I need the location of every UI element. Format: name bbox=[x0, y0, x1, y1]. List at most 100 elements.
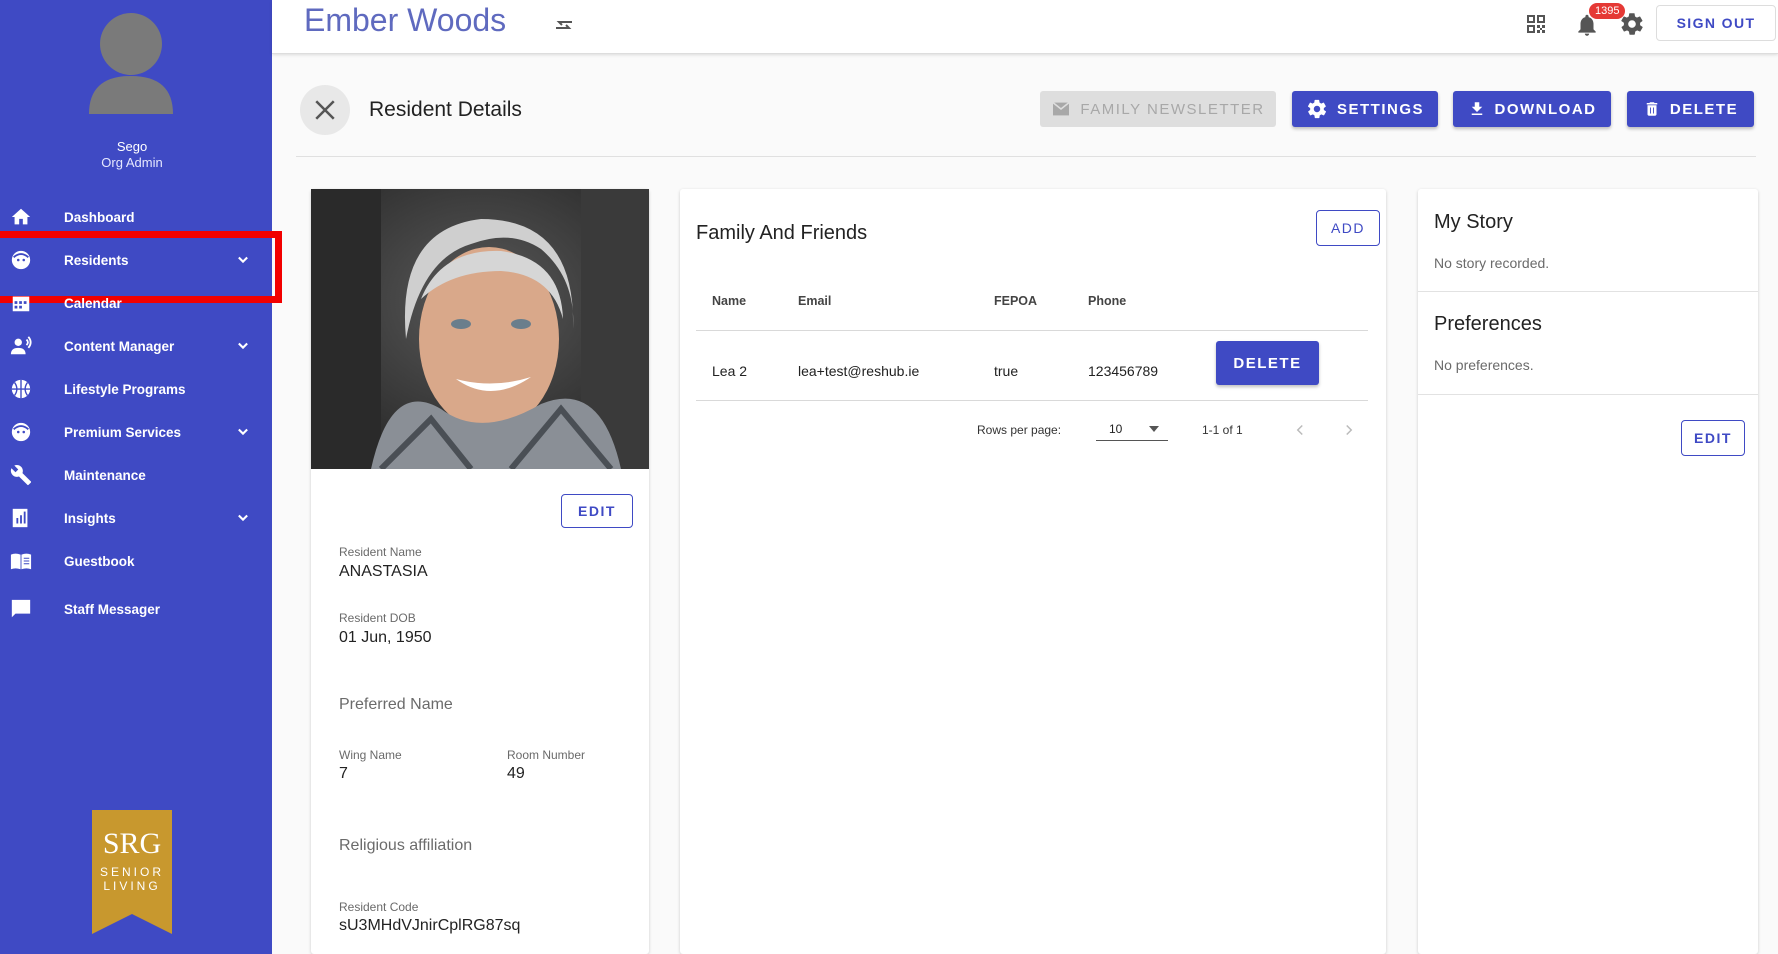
sidebar-item-label: Calendar bbox=[64, 295, 122, 311]
sidebar-item-label: Dashboard bbox=[64, 209, 135, 225]
contact-email: lea+test@reshub.ie bbox=[798, 363, 920, 379]
column-header-fepoa: FEPOA bbox=[994, 294, 1038, 308]
sidebar-item-label: Lifestyle Programs bbox=[64, 381, 186, 397]
book-icon bbox=[8, 548, 34, 574]
family-newsletter-button[interactable]: FAMILY NEWSLETTER bbox=[1040, 91, 1276, 127]
delete-label: DELETE bbox=[1669, 100, 1739, 118]
chevron-down-icon[interactable] bbox=[233, 336, 253, 356]
top-bar: Ember Woods 1395 SIGN OUT bbox=[272, 0, 1778, 54]
room-number-label: Room Number bbox=[507, 748, 586, 762]
sidebar-item-label: Maintenance bbox=[64, 467, 146, 483]
insights-icon bbox=[8, 505, 34, 531]
home-icon bbox=[8, 204, 34, 230]
qr-code-icon[interactable] bbox=[1524, 12, 1548, 36]
basketball-icon bbox=[8, 376, 34, 402]
rows-per-page-select[interactable]: 10 bbox=[1096, 417, 1168, 441]
sidebar-item-insights[interactable]: Insights bbox=[0, 498, 272, 538]
pagination-range: 1-1 of 1 bbox=[1202, 423, 1243, 437]
edit-profile-button[interactable]: EDIT bbox=[561, 494, 633, 528]
delete-resident-button[interactable]: DELETE bbox=[1627, 91, 1754, 127]
story-empty-text: No story recorded. bbox=[1434, 255, 1550, 271]
settings-button[interactable]: SETTINGS bbox=[1292, 91, 1438, 127]
column-header-email: Email bbox=[798, 294, 832, 308]
swap-horiz-icon[interactable] bbox=[552, 13, 576, 37]
wing-name-label: Wing Name bbox=[339, 748, 402, 762]
edit-story-button[interactable]: EDIT bbox=[1681, 420, 1745, 456]
srg-senior-living-logo: SRG SENIOR LIVING bbox=[92, 810, 172, 934]
rows-per-page-value: 10 bbox=[1109, 422, 1123, 436]
sidebar-item-content-manager[interactable]: Content Manager bbox=[0, 326, 272, 366]
user-name: Sego bbox=[116, 139, 148, 154]
wing-name-value: 7 bbox=[339, 765, 348, 782]
chevron-left-icon[interactable] bbox=[1291, 421, 1309, 439]
trash-icon bbox=[1646, 102, 1658, 116]
resident-photo bbox=[311, 189, 649, 469]
chevron-down-icon[interactable] bbox=[233, 422, 253, 442]
resident-dob-label: Resident DOB bbox=[339, 611, 416, 625]
face-icon bbox=[8, 419, 34, 445]
sidebar-item-label: Content Manager bbox=[64, 338, 175, 354]
settings-label: SETTINGS bbox=[1336, 100, 1424, 118]
sidebar-item-maintenance[interactable]: Maintenance bbox=[0, 455, 272, 495]
chevron-right-icon[interactable] bbox=[1340, 421, 1358, 439]
family-friends-title: Family And Friends bbox=[696, 222, 868, 244]
sign-out-button[interactable]: SIGN OUT bbox=[1656, 5, 1776, 41]
download-button[interactable]: DOWNLOAD bbox=[1453, 91, 1611, 127]
sidebar: Sego Org Admin Dashboard Residents Calen… bbox=[0, 0, 282, 954]
header-divider bbox=[696, 330, 1368, 331]
preferences-empty-text: No preferences. bbox=[1434, 357, 1534, 373]
family-friends-card: Family And Friends ADD Name Email FEPOA … bbox=[680, 189, 1386, 954]
sidebar-item-calendar[interactable]: Calendar bbox=[0, 283, 272, 323]
resident-profile-card: EDIT Resident Name ANASTASIA Resident DO… bbox=[311, 189, 649, 954]
preferences-title: Preferences bbox=[1434, 313, 1542, 335]
page-title: Resident Details bbox=[369, 98, 522, 121]
close-icon bbox=[315, 100, 335, 120]
resident-code-label: Resident Code bbox=[339, 900, 419, 914]
resident-name-value: ANASTASIA bbox=[339, 563, 428, 580]
svg-text:SENIOR: SENIOR bbox=[100, 865, 164, 879]
download-label: DOWNLOAD bbox=[1494, 100, 1597, 118]
resident-code-value: sU3MHdVJnirCplRG87sq bbox=[339, 917, 521, 934]
user-avatar-icon[interactable] bbox=[86, 12, 176, 114]
svg-text:SRG: SRG bbox=[103, 827, 161, 860]
sidebar-item-label: Guestbook bbox=[64, 553, 135, 569]
community-title: Ember Woods bbox=[304, 2, 507, 38]
contact-fepoa: true bbox=[994, 363, 1019, 379]
rows-per-page-label: Rows per page: bbox=[977, 423, 1062, 437]
resident-dob-value: 01 Jun, 1950 bbox=[339, 629, 432, 646]
person-voice-icon bbox=[8, 333, 34, 359]
resident-name-label: Resident Name bbox=[339, 545, 422, 559]
chevron-down-icon[interactable] bbox=[233, 508, 253, 528]
family-newsletter-label: FAMILY NEWSLETTER bbox=[1080, 100, 1265, 118]
column-header-name: Name bbox=[712, 294, 747, 308]
sidebar-item-staff-messager[interactable]: Staff Messager bbox=[0, 589, 272, 629]
story-divider bbox=[1418, 291, 1758, 292]
my-story-title: My Story bbox=[1434, 211, 1513, 233]
sidebar-item-label: Staff Messager bbox=[64, 601, 161, 617]
sidebar-item-label: Insights bbox=[64, 510, 116, 526]
wrench-icon bbox=[8, 462, 34, 488]
row-divider bbox=[696, 400, 1368, 401]
delete-contact-button[interactable]: DELETE bbox=[1216, 341, 1319, 385]
mail-icon bbox=[1052, 101, 1070, 116]
contact-phone: 123456789 bbox=[1088, 363, 1159, 379]
gear-icon[interactable] bbox=[1619, 11, 1645, 37]
user-role: Org Admin bbox=[101, 155, 163, 170]
add-contact-button[interactable]: ADD bbox=[1316, 210, 1380, 246]
preferences-divider bbox=[1418, 394, 1758, 395]
religious-affiliation-label: Religious affiliation bbox=[339, 837, 473, 854]
download-icon bbox=[1471, 102, 1482, 115]
gear-icon bbox=[1307, 99, 1327, 119]
sidebar-item-premium-services[interactable]: Premium Services bbox=[0, 412, 272, 452]
contact-name: Lea 2 bbox=[712, 363, 748, 379]
chat-icon bbox=[8, 596, 34, 622]
sidebar-item-guestbook[interactable]: Guestbook bbox=[0, 541, 272, 581]
story-preferences-card: My Story No story recorded. Preferences … bbox=[1418, 189, 1758, 954]
preferred-name-label: Preferred Name bbox=[339, 696, 453, 713]
column-header-phone: Phone bbox=[1088, 294, 1127, 308]
calendar-icon bbox=[8, 290, 34, 316]
svg-text:LIVING: LIVING bbox=[103, 879, 160, 893]
sidebar-item-label: Premium Services bbox=[64, 424, 182, 440]
close-button[interactable] bbox=[300, 85, 350, 135]
sidebar-item-lifestyle-programs[interactable]: Lifestyle Programs bbox=[0, 369, 272, 409]
